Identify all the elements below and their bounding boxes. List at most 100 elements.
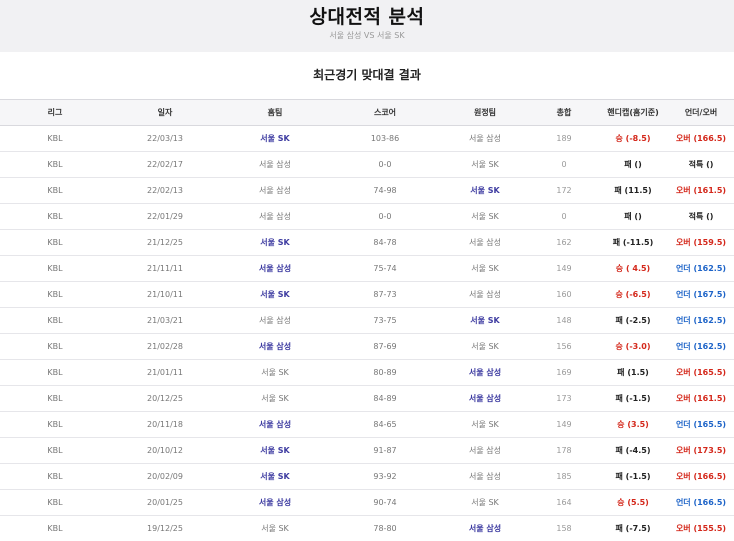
total-cell: 185 [530, 463, 598, 490]
home-team-cell: 서울 SK [220, 437, 330, 464]
table-row: KBL 20/02/09 서울 SK 93-92 서울 삼성 185 패 (-1.5) 오버 … [0, 463, 734, 490]
table-row: KBL 22/03/13 서울 SK 103-86 서울 삼성 189 승 (-8.5) 오버… [0, 125, 734, 152]
column-header-handicap: 핸디캡(홈기준) [598, 99, 668, 126]
date-cell: 20/01/25 [110, 489, 220, 516]
table-row: KBL 20/12/25 서울 SK 84-89 서울 삼성 173 패 (-1.5) 오버 … [0, 385, 734, 412]
home-team-cell: 서울 SK [220, 515, 330, 541]
table-row: KBL 21/02/28 서울 삼성 87-69 서울 SK 156 승 (-3.0) 언더 … [0, 333, 734, 360]
under-over-cell: 오버 (166.5) [668, 125, 734, 152]
handicap-value: (-6.5) [625, 290, 651, 299]
handicap-result: 패 [624, 160, 632, 169]
league-cell: KBL [0, 229, 110, 256]
total-cell: 0 [530, 151, 598, 178]
handicap-cell: 패 (-1.5) [598, 463, 668, 490]
league-cell: KBL [0, 281, 110, 308]
total-cell: 149 [530, 411, 598, 438]
date-cell: 21/10/11 [110, 281, 220, 308]
total-cell: 172 [530, 177, 598, 204]
home-team-cell: 서울 SK [220, 281, 330, 308]
away-team-cell: 서울 SK [440, 411, 530, 438]
handicap-result: 패 [615, 524, 623, 533]
home-team-cell: 서울 삼성 [220, 411, 330, 438]
handicap-cell: 승 (-8.5) [598, 125, 668, 152]
home-team-cell: 서울 삼성 [220, 151, 330, 178]
page-title: 상대전적 분석 [309, 6, 425, 28]
handicap-result: 승 [615, 264, 624, 273]
league-cell: KBL [0, 177, 110, 204]
league-cell: KBL [0, 359, 110, 386]
total-cell: 148 [530, 307, 598, 334]
date-cell: 21/03/21 [110, 307, 220, 334]
handicap-cell: 승 (5.5) [598, 489, 668, 516]
handicap-cell: 승 (-6.5) [598, 281, 668, 308]
column-header-away: 원정팀 [440, 99, 530, 126]
score-cell: 78-80 [330, 515, 440, 541]
under-over-cell: 오버 (155.5) [668, 515, 734, 541]
score-cell: 84-78 [330, 229, 440, 256]
column-header-under-over: 언더/오버 [668, 99, 734, 126]
total-cell: 0 [530, 203, 598, 230]
under-over-cell: 오버 (161.5) [668, 177, 734, 204]
away-team-cell: 서울 삼성 [440, 125, 530, 152]
league-cell: KBL [0, 463, 110, 490]
table-row: KBL 22/02/13 서울 삼성 74-98 서울 SK 172 패 (11.5) 오버 … [0, 177, 734, 204]
table-row: KBL 21/12/25 서울 SK 84-78 서울 삼성 162 패 (-11.5) 오버… [0, 229, 734, 256]
away-team-cell: 서울 삼성 [440, 281, 530, 308]
handicap-value: (3.5) [627, 420, 649, 429]
handicap-cell: 패 (-7.5) [598, 515, 668, 541]
total-cell: 178 [530, 437, 598, 464]
handicap-value: (-7.5) [625, 524, 651, 533]
handicap-cell: 패 (1.5) [598, 359, 668, 386]
date-cell: 22/02/13 [110, 177, 220, 204]
table-row: KBL 21/01/11 서울 SK 80-89 서울 삼성 169 패 (1.5) 오버 (… [0, 359, 734, 386]
table-row: KBL 20/11/18 서울 삼성 84-65 서울 SK 149 승 (3.5) 언더 (… [0, 411, 734, 438]
score-cell: 103-86 [330, 125, 440, 152]
total-cell: 160 [530, 281, 598, 308]
total-cell: 189 [530, 125, 598, 152]
date-cell: 21/01/11 [110, 359, 220, 386]
date-cell: 20/02/09 [110, 463, 220, 490]
score-cell: 91-87 [330, 437, 440, 464]
table-row: KBL 19/12/25 서울 SK 78-80 서울 삼성 158 패 (-7.5) 오버 … [0, 515, 734, 541]
handicap-result: 승 [617, 420, 625, 429]
head-to-head-table: 리그 일자 홈팀 스코어 원정팀 총합 핸디캡(홈기준) 언더/오버 KBL 22… [0, 99, 734, 541]
league-cell: KBL [0, 437, 110, 464]
date-cell: 21/12/25 [110, 229, 220, 256]
home-team-cell: 서울 SK [220, 359, 330, 386]
league-cell: KBL [0, 333, 110, 360]
table-row: KBL 21/11/11 서울 삼성 75-74 서울 SK 149 승 ( 4.5) 언더 … [0, 255, 734, 282]
league-cell: KBL [0, 125, 110, 152]
league-cell: KBL [0, 411, 110, 438]
column-header-home: 홈팀 [220, 99, 330, 126]
date-cell: 21/02/28 [110, 333, 220, 360]
home-team-cell: 서울 SK [220, 125, 330, 152]
table-row: KBL 21/10/11 서울 SK 87-73 서울 삼성 160 승 (-6.5) 언더 … [0, 281, 734, 308]
handicap-result: 승 [615, 290, 623, 299]
away-team-cell: 서울 SK [440, 307, 530, 334]
home-team-cell: 서울 삼성 [220, 177, 330, 204]
date-cell: 19/12/25 [110, 515, 220, 541]
table-row: KBL 20/10/12 서울 SK 91-87 서울 삼성 178 패 (-4.5) 오버 … [0, 437, 734, 464]
handicap-result: 패 [615, 316, 623, 325]
under-over-cell: 언더 (165.5) [668, 411, 734, 438]
home-team-cell: 서울 SK [220, 229, 330, 256]
table-header-row: 리그 일자 홈팀 스코어 원정팀 총합 핸디캡(홈기준) 언더/오버 [0, 99, 734, 126]
score-cell: 0-0 [330, 203, 440, 230]
away-team-cell: 서울 삼성 [440, 229, 530, 256]
column-header-score: 스코어 [330, 99, 440, 126]
handicap-value: ( 4.5) [625, 264, 651, 273]
away-team-cell: 서울 SK [440, 255, 530, 282]
handicap-result: 패 [624, 212, 632, 221]
handicap-cell: 패 () [598, 203, 668, 230]
away-team-cell: 서울 삼성 [440, 359, 530, 386]
away-team-cell: 서울 SK [440, 203, 530, 230]
handicap-cell: 패 (-1.5) [598, 385, 668, 412]
matchup-subtitle: 서울 삼성 VS 서울 SK [329, 31, 405, 40]
handicap-result: 승 [617, 498, 625, 507]
column-header-league: 리그 [0, 99, 110, 126]
handicap-cell: 승 (3.5) [598, 411, 668, 438]
handicap-cell: 승 (-3.0) [598, 333, 668, 360]
total-cell: 169 [530, 359, 598, 386]
under-over-cell: 언더 (167.5) [668, 281, 734, 308]
away-team-cell: 서울 삼성 [440, 437, 530, 464]
